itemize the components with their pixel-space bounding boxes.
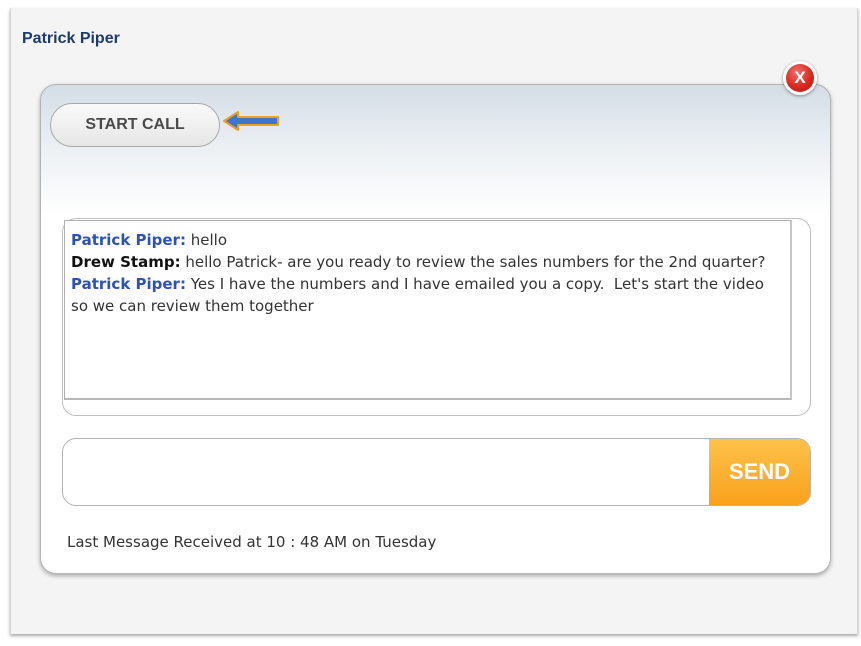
- window-title: Patrick Piper: [22, 30, 120, 47]
- close-icon: X: [786, 64, 814, 92]
- message-speaker: Patrick Piper:: [71, 231, 186, 249]
- message-input[interactable]: [63, 439, 709, 505]
- chat-message: Patrick Piper: hello: [71, 229, 784, 251]
- send-button[interactable]: SEND: [709, 439, 810, 505]
- close-button[interactable]: X: [783, 61, 817, 95]
- last-message-status: Last Message Received at 10 : 48 AM on T…: [67, 533, 437, 551]
- chat-message: Drew Stamp: hello Patrick- are you ready…: [71, 251, 784, 273]
- chat-transcript[interactable]: Patrick Piper: hello Drew Stamp: hello P…: [64, 220, 792, 400]
- message-text: hello Patrick- are you ready to review t…: [185, 253, 766, 271]
- message-text: hello: [190, 231, 227, 249]
- start-call-button[interactable]: START CALL: [50, 103, 220, 147]
- chat-message: Patrick Piper: Yes I have the numbers an…: [71, 273, 784, 317]
- arrow-left-icon: [223, 111, 279, 131]
- message-speaker: Drew Stamp:: [71, 253, 181, 271]
- message-composer: SEND: [62, 438, 811, 506]
- message-speaker: Patrick Piper:: [71, 275, 186, 293]
